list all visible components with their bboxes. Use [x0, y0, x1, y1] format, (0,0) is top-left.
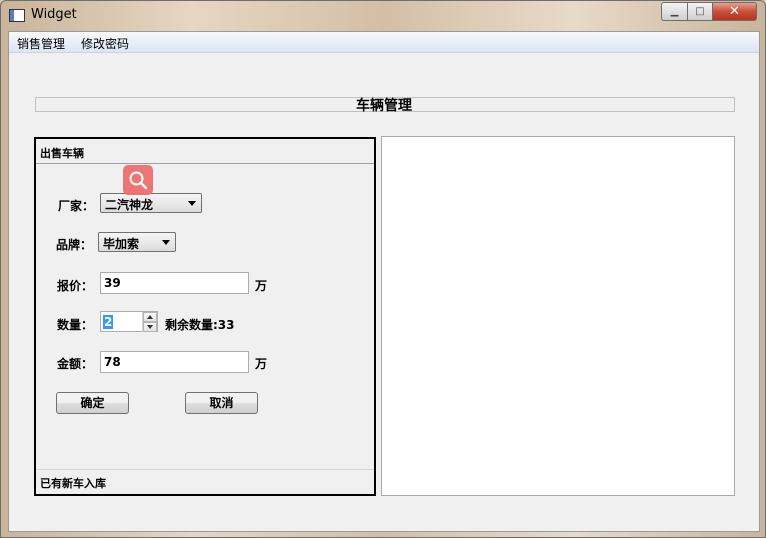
page-title: 车辆管理 — [356, 98, 412, 114]
menu-change-password[interactable]: 修改密码 — [81, 35, 129, 52]
title-bar[interactable]: Widget ▁ □ ✕ — [1, 1, 765, 31]
app-icon — [9, 9, 25, 22]
new-stock-notice: 已有新车入库 — [40, 477, 106, 490]
panel-footer: 已有新车入库 — [36, 469, 374, 494]
maximize-icon: □ — [695, 6, 705, 17]
amount-label: 金额： — [57, 357, 94, 371]
confirm-button[interactable]: 确定 — [56, 392, 129, 414]
dropdown-arrow-icon — [162, 240, 170, 245]
app-window: Widget ▁ □ ✕ 销售管理 修改密码 车辆管理 出售车辆 厂家： 二汽神… — [0, 0, 766, 538]
manufacturer-label: 厂家： — [58, 199, 95, 213]
amount-input[interactable]: 78 — [100, 351, 249, 373]
panel-title: 出售车辆 — [40, 147, 84, 160]
price-value: 39 — [104, 276, 121, 290]
spin-down-icon[interactable] — [143, 322, 157, 332]
caption-buttons: ▁ □ ✕ — [661, 2, 757, 21]
manufacturer-value: 二汽神龙 — [105, 198, 154, 212]
brand-label: 品牌： — [56, 238, 93, 252]
dropdown-arrow-icon — [188, 201, 196, 206]
menu-bar: 销售管理 修改密码 — [9, 32, 759, 53]
amount-value: 78 — [104, 355, 121, 369]
menu-sales-management[interactable]: 销售管理 — [17, 35, 65, 52]
price-input[interactable]: 39 — [100, 272, 249, 294]
vehicle-display-area — [381, 136, 735, 496]
client-area: 销售管理 修改密码 车辆管理 出售车辆 厂家： 二汽神龙 品牌： 毕加索 报价：… — [8, 31, 760, 532]
brand-value: 毕加索 — [103, 237, 140, 251]
spin-up-icon[interactable] — [143, 312, 157, 322]
spin-buttons — [142, 312, 157, 332]
price-unit: 万 — [255, 279, 268, 293]
panel-header: 出售车辆 — [36, 139, 374, 164]
price-label: 报价： — [57, 279, 94, 293]
remaining-quantity: 剩余数量:33 — [165, 318, 235, 332]
close-icon: ✕ — [729, 4, 740, 19]
search-icon[interactable] — [123, 165, 153, 195]
manufacturer-select[interactable]: 二汽神龙 — [100, 193, 202, 213]
amount-unit: 万 — [255, 357, 268, 371]
cancel-button[interactable]: 取消 — [185, 392, 258, 414]
maximize-button[interactable]: □ — [688, 2, 713, 21]
minimize-icon: ▁ — [670, 6, 679, 17]
search-glyph — [129, 171, 148, 190]
brand-select[interactable]: 毕加索 — [98, 232, 176, 252]
minimize-button[interactable]: ▁ — [661, 2, 688, 21]
close-button[interactable]: ✕ — [713, 2, 757, 21]
quantity-spinbox[interactable]: 2 — [100, 311, 158, 332]
quantity-value: 2 — [103, 315, 114, 329]
sell-vehicle-panel: 出售车辆 厂家： 二汽神龙 品牌： 毕加索 报价： 39 万 数量： 2 剩余数… — [34, 137, 376, 496]
quantity-label: 数量： — [57, 318, 94, 332]
window-title: Widget — [31, 7, 77, 22]
